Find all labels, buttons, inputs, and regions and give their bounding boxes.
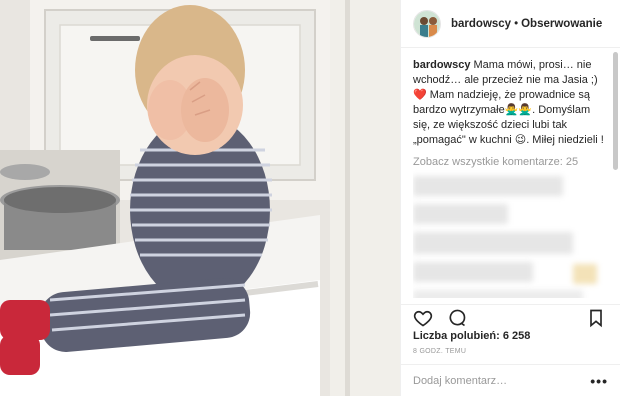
comments-scrollbar[interactable] xyxy=(613,52,618,170)
heart-icon[interactable] xyxy=(413,308,435,330)
post-photo[interactable] xyxy=(0,0,400,396)
bookmark-icon[interactable] xyxy=(586,308,608,330)
blurred-comment xyxy=(413,232,573,254)
caption-username[interactable]: bardowscy xyxy=(413,59,470,71)
comments-section: bardowscy Mama mówi, prosi… nie wchodź… a… xyxy=(413,58,606,298)
post-sidebar: bardowscy • Obserwowanie bardowscy Mama mów… xyxy=(400,0,620,396)
view-all-comments-link[interactable]: Zobacz wszystkie komentarze: 25 xyxy=(413,156,606,168)
photo-illustration xyxy=(0,0,400,396)
follow-button[interactable]: Obserwowanie xyxy=(521,18,602,30)
post-timestamp[interactable]: 8 GODZ. TEMU xyxy=(413,348,466,355)
caption-text: Mama mówi, prosi… nie wchodź… ale przeci… xyxy=(413,59,604,146)
header-text: bardowscy • Obserwowanie xyxy=(451,18,602,30)
post-header: bardowscy • Obserwowanie xyxy=(401,0,620,48)
blurred-comment xyxy=(413,176,563,196)
add-comment-bar: ••• xyxy=(401,364,620,396)
more-options-button[interactable]: ••• xyxy=(590,373,608,389)
header-username[interactable]: bardowscy xyxy=(451,18,511,30)
comment-icon[interactable] xyxy=(447,308,469,330)
header-separator: • xyxy=(514,17,519,30)
avatar[interactable] xyxy=(413,9,441,38)
blurred-comment xyxy=(413,262,533,282)
action-bar xyxy=(401,304,620,332)
comment-input[interactable] xyxy=(413,374,591,387)
blurred-comment xyxy=(413,204,508,224)
blurred-comment xyxy=(573,264,597,284)
likes-count[interactable]: Liczba polubień: 6 258 xyxy=(413,330,530,342)
instagram-post: bardowscy • Obserwowanie bardowscy Mama mów… xyxy=(0,0,620,396)
post-caption: bardowscy Mama mówi, prosi… nie wchodź… a… xyxy=(413,58,606,148)
blurred-comment xyxy=(413,290,583,298)
blurred-comments xyxy=(413,174,606,298)
